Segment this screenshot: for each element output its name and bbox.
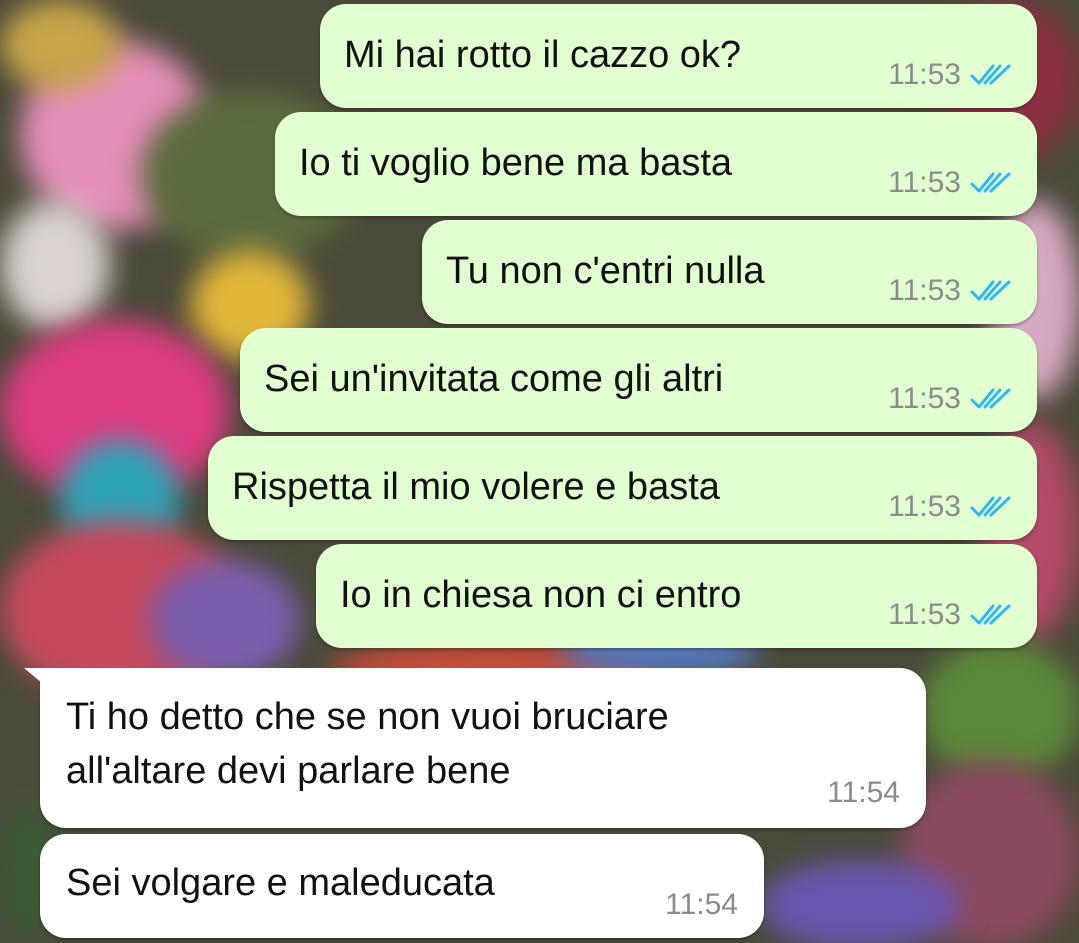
outgoing-message[interactable]: Io in chiesa non ci entro 11:53: [316, 544, 1037, 648]
double-check-read-icon: [970, 172, 1011, 193]
message-text: Sei volgare e maleducata: [66, 862, 495, 904]
message-time: 11:54: [665, 888, 738, 921]
message-time: 11:53: [888, 274, 961, 307]
message-meta: 11:53: [888, 58, 1013, 92]
message-text: Io in chiesa non ci entro: [340, 574, 742, 616]
message-meta: 11:53: [888, 598, 1013, 632]
outgoing-message[interactable]: Tu non c'entri nulla 11:53: [422, 220, 1037, 324]
double-check-read-icon: [970, 604, 1011, 625]
message-time: 11:53: [888, 58, 961, 91]
outgoing-message[interactable]: Io ti voglio bene ma basta 11:53: [275, 112, 1037, 216]
message-meta: 11:53: [888, 166, 1013, 200]
outgoing-message[interactable]: Mi hai rotto il cazzo ok? 11:53: [320, 4, 1037, 108]
bubble-tail: [24, 668, 48, 688]
message-text: Ti ho detto che se non vuoi bruciare all…: [66, 696, 669, 792]
outgoing-message[interactable]: Rispetta il mio volere e basta 11:53: [208, 436, 1037, 540]
double-check-read-icon: [970, 64, 1011, 85]
message-meta: 11:54: [827, 776, 900, 810]
message-meta: 11:53: [888, 490, 1013, 524]
message-list[interactable]: Mi hai rotto il cazzo ok? 11:53 Io ti vo…: [0, 0, 1079, 943]
message-time: 11:54: [827, 776, 900, 809]
message-meta: 11:54: [665, 888, 738, 922]
double-check-read-icon: [970, 496, 1011, 517]
message-meta: 11:53: [888, 274, 1013, 308]
double-check-read-icon: [970, 388, 1011, 409]
incoming-message[interactable]: Ti ho detto che se non vuoi bruciare all…: [24, 668, 926, 828]
message-time: 11:53: [888, 166, 961, 199]
message-text: Rispetta il mio volere e basta: [232, 466, 720, 508]
message-text: Io ti voglio bene ma basta: [299, 142, 733, 184]
message-text: Tu non c'entri nulla: [446, 250, 765, 292]
incoming-message[interactable]: Sei volgare e maleducata 11:54: [40, 834, 764, 938]
message-text: Sei un'invitata come gli altri: [264, 358, 724, 400]
double-check-read-icon: [970, 280, 1011, 301]
message-text: Mi hai rotto il cazzo ok?: [344, 34, 742, 76]
message-meta: 11:53: [888, 382, 1013, 416]
message-time: 11:53: [888, 598, 961, 631]
outgoing-message[interactable]: Sei un'invitata come gli altri 11:53: [240, 328, 1037, 432]
message-time: 11:53: [888, 382, 961, 415]
message-time: 11:53: [888, 490, 961, 523]
